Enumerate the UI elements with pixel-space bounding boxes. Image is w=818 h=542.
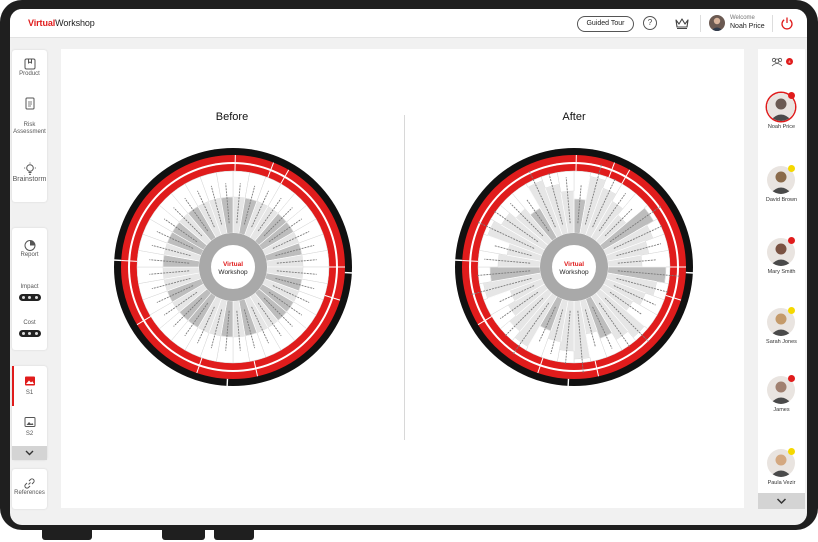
device-foot-left	[42, 530, 92, 540]
nav-product-label: Product	[19, 71, 40, 77]
nav-brainstorm-label: Brainstorm	[12, 176, 47, 183]
comparison-divider	[404, 115, 405, 440]
app-screen: VirtualWorkshop Guided Tour ? Welcome No…	[10, 9, 807, 525]
participant-status-badge	[788, 237, 795, 244]
hub-logo-workshop: Workshop	[559, 269, 589, 276]
nav-s1-label: S1	[25, 390, 34, 396]
participant-name: Paula Vezir	[767, 480, 796, 486]
user-name: Noah Price	[730, 23, 765, 30]
left-nav-evaluation: Report Impact Cost	[12, 228, 47, 350]
nav-product[interactable]: Product	[12, 57, 47, 78]
clipboard-icon	[25, 97, 34, 110]
participants-scroll-down[interactable]	[758, 493, 805, 509]
participant-name: James	[773, 407, 790, 413]
before-title: Before	[215, 111, 249, 123]
nav-slide-s2[interactable]: S2	[12, 416, 47, 438]
wheel-segment	[557, 349, 575, 364]
chevron-down-icon	[776, 498, 787, 505]
participant-name: David Brown	[765, 197, 798, 203]
participants-panel: 4 Noah Price David Brown Mary Smith Sarah J…	[758, 49, 805, 509]
top-bar: VirtualWorkshop Guided Tour ? Welcome No…	[10, 9, 807, 38]
nav-cost-label: Cost	[23, 320, 36, 326]
link-icon	[24, 478, 35, 489]
nav-s2-label: S2	[25, 431, 34, 437]
before-wheel-diagram: VirtualWorkshop	[113, 148, 353, 387]
logo-workshop-text: Workshop	[55, 18, 95, 28]
participant-status-badge	[788, 307, 795, 314]
crown-icon[interactable]	[674, 16, 690, 30]
chevron-down-icon	[25, 450, 34, 456]
separator	[700, 15, 701, 32]
nav-risk-assessment[interactable]: Risk Assessment	[12, 96, 47, 136]
lightbulb-icon	[23, 162, 36, 175]
nav-impact[interactable]: Impact	[12, 284, 47, 301]
guided-tour-button[interactable]: Guided Tour	[577, 16, 634, 32]
nav-report[interactable]: Report	[12, 238, 47, 259]
help-icon[interactable]: ?	[643, 16, 657, 30]
participant-status-badge	[788, 165, 795, 172]
nav-references-label: References	[14, 490, 45, 496]
left-nav-primary: Product Risk Assessment Brainstorm	[12, 50, 47, 202]
nav-references[interactable]: References	[12, 477, 47, 497]
device-foot-right	[214, 530, 254, 540]
nav-slide-s1[interactable]: S1	[12, 375, 47, 397]
hub-logo-workshop: Workshop	[218, 269, 248, 276]
power-icon[interactable]	[780, 16, 794, 30]
participant-name: Noah Price	[767, 124, 796, 130]
participant-name: Mary Smith	[767, 269, 796, 275]
participant-status-badge	[788, 92, 795, 99]
nav-cost[interactable]: Cost	[12, 320, 47, 337]
after-title: After	[562, 111, 586, 123]
app-logo[interactable]: VirtualWorkshop	[28, 18, 95, 28]
product-icon	[24, 58, 35, 70]
participants-icon[interactable]	[770, 57, 784, 67]
hub-logo-virtual: Virtual	[564, 261, 584, 268]
welcome-label: Welcome	[730, 15, 755, 21]
separator	[772, 15, 773, 32]
traffic-light-icon	[18, 330, 41, 337]
nav-report-label: Report	[20, 252, 39, 258]
participant-status-badge	[788, 448, 795, 455]
pie-chart-icon	[24, 240, 35, 251]
traffic-light-icon	[18, 294, 41, 301]
participant-name: Sarah Jones	[766, 339, 797, 345]
participant-status-badge	[788, 375, 795, 382]
nav-impact-label: Impact	[20, 284, 39, 290]
nav-scroll-down[interactable]	[12, 446, 47, 460]
wheel-segment	[477, 266, 492, 284]
image-icon	[24, 417, 35, 427]
nav-risk-label: Risk Assessment	[13, 122, 46, 135]
hub-logo-virtual: Virtual	[223, 261, 243, 268]
image-icon	[24, 376, 35, 386]
left-nav-slides: S1 S2	[12, 366, 47, 460]
main-canvas: Before After Virtual Workshop Virtual Work…	[61, 49, 744, 508]
participant-count-badge: 4	[786, 58, 793, 65]
left-nav-references: References	[12, 469, 47, 509]
device-foot-middle	[162, 530, 205, 540]
after-wheel-diagram: VirtualWorkshop	[454, 148, 694, 387]
nav-brainstorm[interactable]: Brainstorm	[12, 162, 47, 183]
logo-virtual-text: Virtual	[28, 18, 56, 28]
user-avatar[interactable]	[709, 15, 725, 31]
